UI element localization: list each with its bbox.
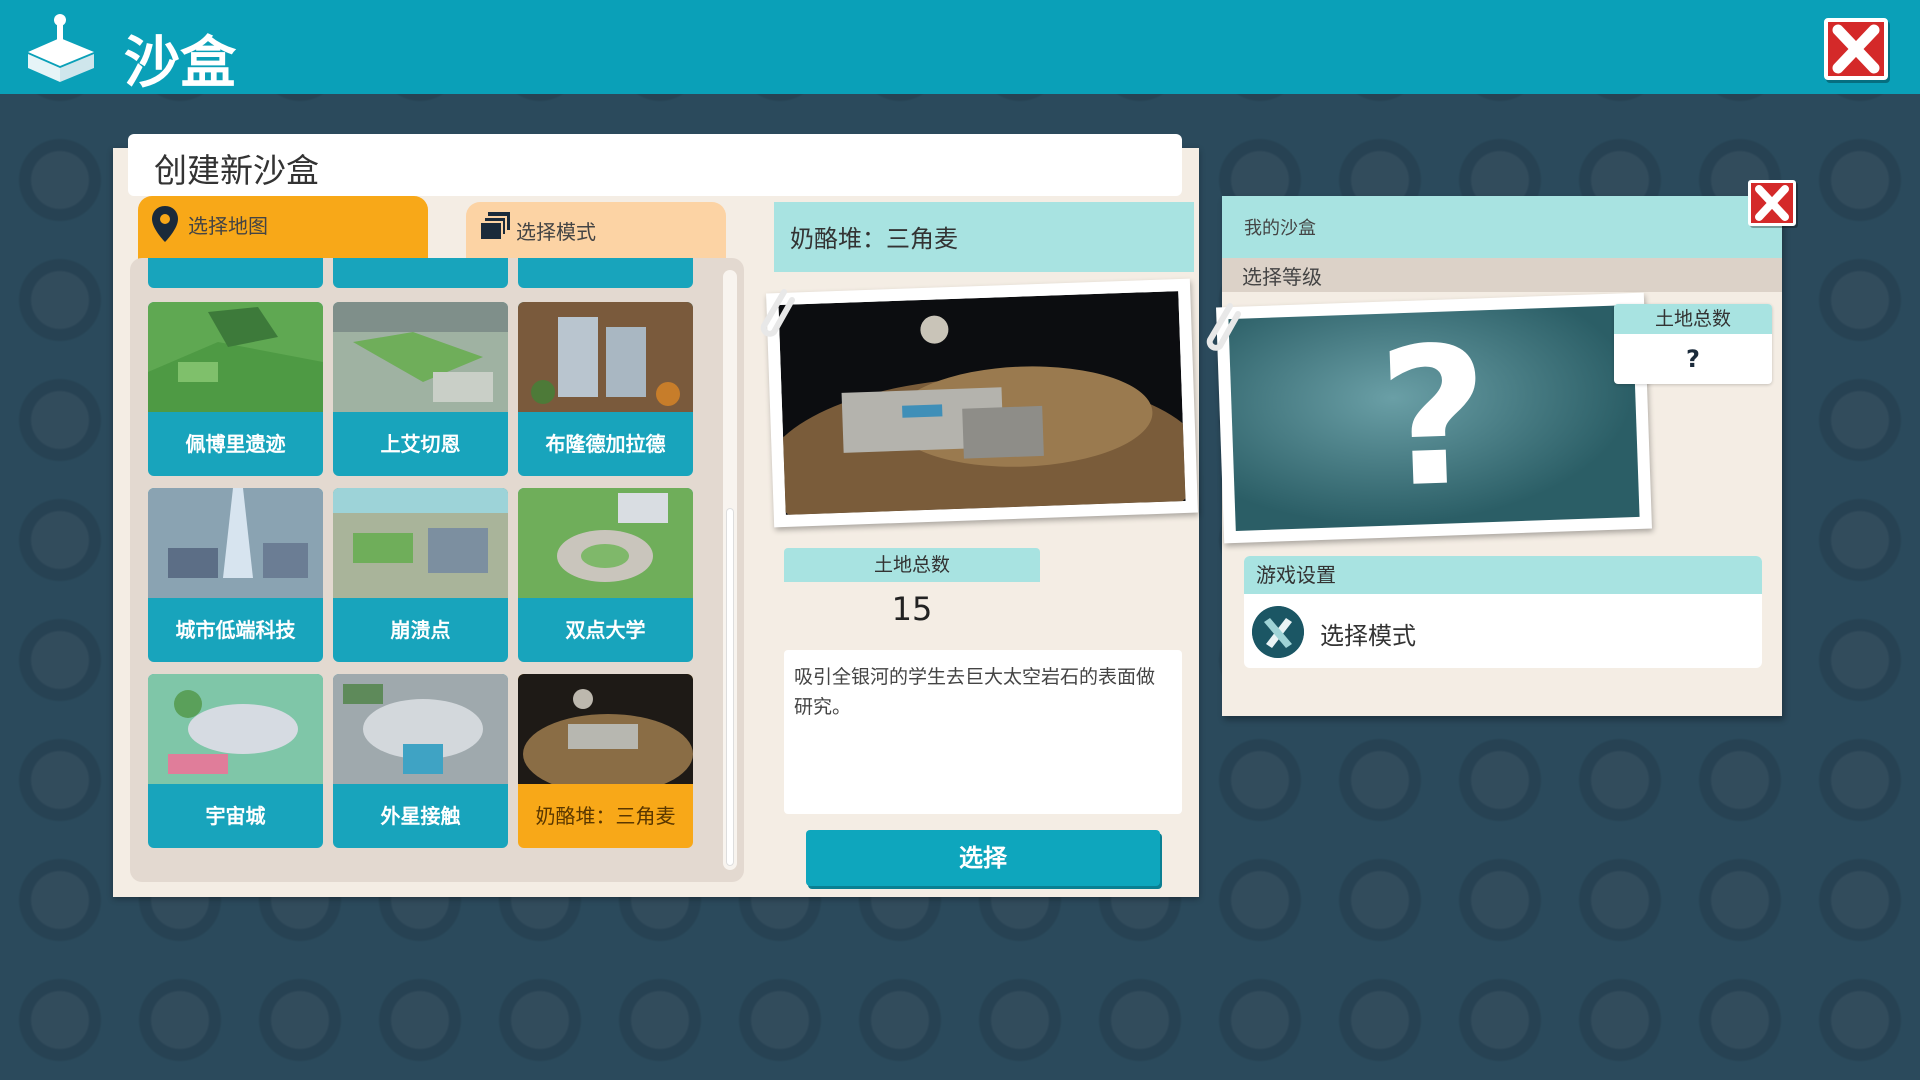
map-preview-photo	[766, 278, 1198, 528]
land-count-box: 土地总数 15	[784, 548, 1040, 636]
map-thumbnail	[148, 302, 323, 412]
game-settings-label: 游戏设置	[1244, 556, 1762, 594]
paperclip-icon	[760, 289, 795, 337]
select-button[interactable]: 选择	[806, 830, 1160, 886]
mystery-map-image: ?	[1228, 305, 1640, 531]
map-thumbnail	[333, 488, 508, 598]
close-button[interactable]	[1824, 18, 1888, 80]
tab-select-map[interactable]: 选择地图	[138, 196, 428, 260]
map-card[interactable]: 城市低端科技	[148, 488, 323, 662]
map-card-partial[interactable]	[333, 258, 508, 288]
land-count-value: 15	[784, 582, 1040, 636]
question-mark: ?	[1375, 305, 1493, 530]
pencil-ruler-icon	[1252, 606, 1304, 658]
page-title: 沙盒	[124, 31, 236, 96]
my-land-count-box: 土地总数 ?	[1614, 304, 1772, 384]
game-settings-box: 游戏设置 选择模式	[1244, 556, 1762, 668]
map-card[interactable]: 宇宙城	[148, 674, 323, 848]
map-card[interactable]: 佩博里遗迹	[148, 302, 323, 476]
map-card-label: 布隆德加拉德	[545, 432, 666, 456]
map-card[interactable]: 布隆德加拉德	[518, 302, 693, 476]
map-thumbnail	[518, 674, 693, 784]
select-level-label: 选择等级	[1222, 258, 1782, 292]
map-card-label: 奶酪堆：三角麦	[535, 804, 676, 828]
map-card[interactable]: 崩溃点	[333, 488, 508, 662]
sandbox-joystick-icon	[28, 14, 94, 82]
tab-select-mode[interactable]: 选择模式	[466, 202, 726, 258]
map-thumbnail	[333, 674, 508, 784]
map-thumbnail	[148, 674, 323, 784]
scrollbar-thumb[interactable]	[726, 508, 734, 866]
map-card-label: 宇宙城	[205, 804, 266, 828]
close-icon	[1832, 24, 1880, 74]
selected-map-title: 奶酪堆：三角麦	[774, 202, 1194, 272]
mystery-map-photo: ?	[1216, 292, 1652, 544]
map-card[interactable]: 双点大学	[518, 488, 693, 662]
layers-icon	[479, 212, 510, 241]
select-mode-row[interactable]: 选择模式	[1244, 594, 1762, 668]
map-grid: 佩博里遗迹 上艾切恩 布隆德加拉德 城市低端科技 崩溃点 双点大学 宇宙城 外星…	[130, 258, 744, 882]
map-card-selected[interactable]: 奶酪堆：三角麦	[518, 674, 693, 848]
map-description: 吸引全银河的学生去巨大太空岩石的表面做研究。	[784, 650, 1182, 814]
map-card[interactable]: 上艾切恩	[333, 302, 508, 476]
map-thumbnail	[518, 488, 693, 598]
map-thumbnail	[518, 302, 693, 412]
map-card-label: 崩溃点	[390, 618, 451, 642]
close-icon	[1755, 185, 1789, 221]
create-sandbox-title: 创建新沙盒	[128, 134, 1182, 196]
paperclip-icon	[1206, 303, 1241, 351]
map-card-label: 双点大学	[565, 618, 646, 642]
my-sandbox-title: 我的沙盒	[1222, 196, 1782, 258]
map-thumbnail	[148, 488, 323, 598]
map-pin-icon	[152, 206, 178, 242]
map-preview-image	[778, 291, 1186, 515]
tab-label: 选择地图	[188, 214, 268, 238]
map-card[interactable]: 外星接触	[333, 674, 508, 848]
land-count-label: 土地总数	[1614, 304, 1772, 334]
land-count-label: 土地总数	[784, 548, 1040, 582]
map-card-label: 佩博里遗迹	[185, 432, 286, 456]
top-bar: 沙盒	[0, 0, 1920, 96]
map-card-label: 上艾切恩	[380, 432, 461, 456]
tab-label: 选择模式	[516, 220, 596, 244]
close-panel-button[interactable]	[1748, 180, 1796, 226]
map-card-label: 外星接触	[380, 804, 461, 828]
map-thumbnail	[333, 302, 508, 412]
map-card-partial[interactable]	[518, 258, 693, 288]
map-card-label: 城市低端科技	[175, 618, 296, 642]
land-count-value: ?	[1686, 345, 1700, 373]
map-card-partial[interactable]	[148, 258, 323, 288]
select-mode-label: 选择模式	[1320, 622, 1416, 650]
